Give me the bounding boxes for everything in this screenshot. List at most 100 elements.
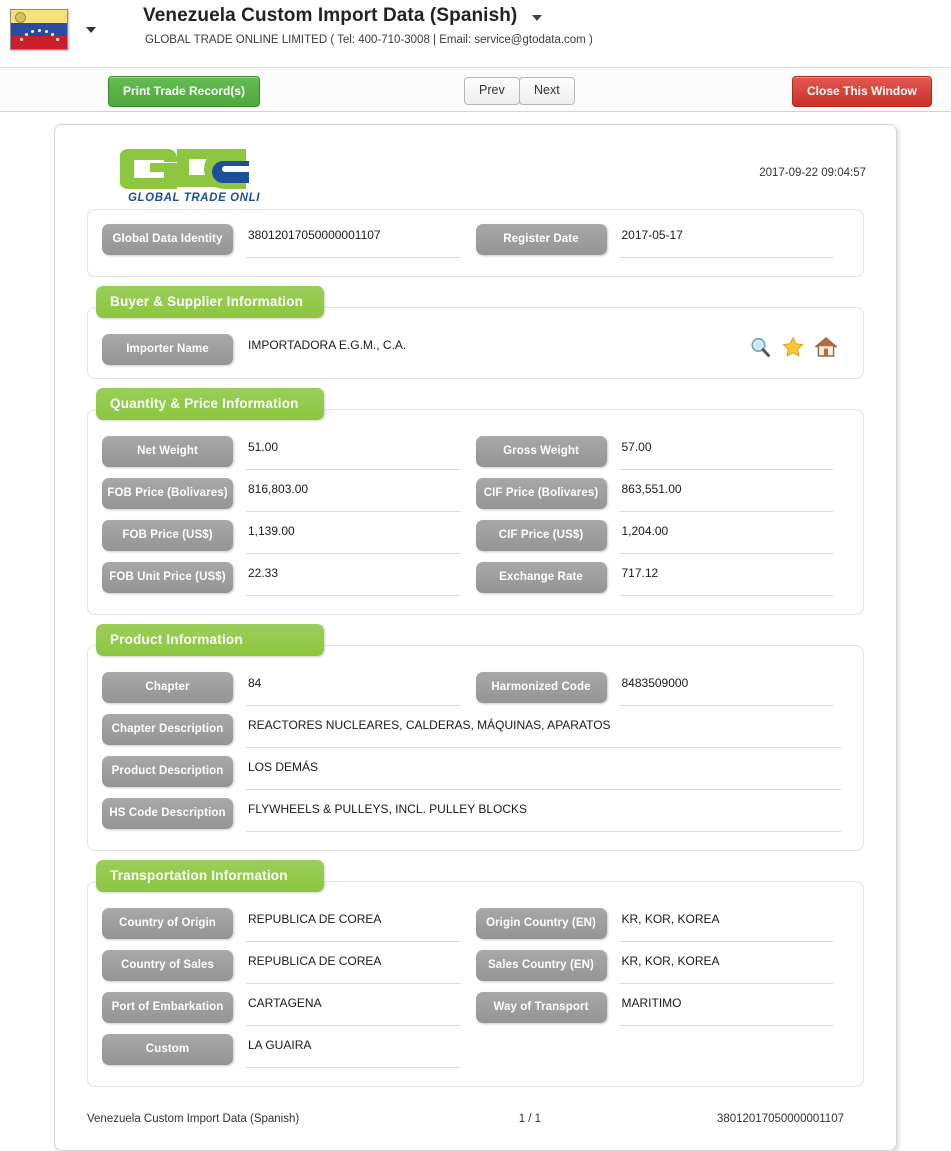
- field-global-data-identity: Global Data Identity 3801201705000000110…: [102, 224, 476, 258]
- field-fob-price-usd: FOB Price (US$) 1,139.00: [102, 520, 476, 554]
- field-label: FOB Price (Bolivares): [102, 478, 233, 509]
- field-sales-country-en: Sales Country (EN) KR, KOR, KOREA: [475, 950, 850, 984]
- field-value: 22.33: [246, 562, 460, 596]
- field-row: Net Weight 51.00 Gross Weight 57.00: [102, 436, 849, 470]
- field-chapter-description: Chapter Description REACTORES NUCLEARES,…: [102, 714, 849, 748]
- field-value: 84: [246, 672, 460, 706]
- prev-record-button[interactable]: Prev: [464, 77, 520, 105]
- product-section: Product Information Chapter 84 Harmonize…: [87, 624, 864, 851]
- field-value: 816,803.00: [246, 478, 460, 512]
- field-value: KR, KOR, KOREA: [619, 908, 833, 942]
- field-label: CIF Price (US$): [475, 520, 607, 551]
- section-title: Transportation Information: [96, 860, 324, 892]
- field-row: Chapter Description REACTORES NUCLEARES,…: [102, 714, 849, 748]
- section-title: Buyer & Supplier Information: [96, 286, 324, 318]
- close-window-button[interactable]: Close This Window: [792, 76, 932, 107]
- gto-logo-icon: GLOBAL TRADE ONLINE LIMITED: [119, 143, 331, 210]
- field-value: 57.00: [619, 436, 833, 470]
- field-row: Port of Embarkation CARTAGENA Way of Tra…: [102, 992, 849, 1026]
- home-icon[interactable]: [814, 336, 838, 358]
- field-value: LA GUAIRA: [246, 1034, 460, 1068]
- footer-record-id: 38012017050000001107: [716, 1113, 844, 1125]
- field-value: FLYWHEELS & PULLEYS, INCL. PULLEY BLOCKS: [246, 798, 841, 832]
- field-country-of-sales: Country of Sales REPUBLICA DE COREA: [102, 950, 476, 984]
- search-icon[interactable]: [749, 336, 771, 358]
- field-row: FOB Price (US$) 1,139.00 CIF Price (US$)…: [102, 520, 849, 554]
- field-register-date: Register Date 2017-05-17: [475, 224, 850, 258]
- field-label: Register Date: [475, 224, 607, 255]
- field-value: MARITIMO: [619, 992, 833, 1026]
- star-icon[interactable]: [782, 336, 804, 358]
- field-value: LOS DEMÁS: [246, 756, 841, 790]
- field-value: 717.12: [619, 562, 833, 596]
- document-scroll-area: GLOBAL TRADE ONLINE LIMITED 2017-09-22 0…: [0, 112, 951, 1151]
- field-custom: Custom LA GUAIRA: [102, 1034, 476, 1068]
- field-fob-unit-price-usd: FOB Unit Price (US$) 22.33: [102, 562, 476, 596]
- next-record-button[interactable]: Next: [519, 77, 575, 105]
- field-value: KR, KOR, KOREA: [619, 950, 833, 984]
- field-gross-weight: Gross Weight 57.00: [475, 436, 850, 470]
- document-logo-row: GLOBAL TRADE ONLINE LIMITED 2017-09-22 0…: [75, 139, 876, 209]
- chevron-down-icon[interactable]: [86, 26, 96, 33]
- section-title: Quantity & Price Information: [96, 388, 324, 420]
- field-empty-spacer: [476, 1034, 850, 1068]
- field-value: REPUBLICA DE COREA: [246, 950, 460, 984]
- field-row: Importer Name IMPORTADORA E.G.M., C.A.: [102, 334, 849, 368]
- field-row: HS Code Description FLYWHEELS & PULLEYS,…: [102, 798, 849, 832]
- field-row: FOB Price (Bolivares) 816,803.00 CIF Pri…: [102, 478, 849, 512]
- print-trade-records-button[interactable]: Print Trade Record(s): [108, 76, 261, 107]
- section-title: Product Information: [96, 624, 324, 656]
- svg-text:GLOBAL TRADE ONLINE LIMITED: GLOBAL TRADE ONLINE LIMITED: [128, 192, 260, 204]
- field-label: Chapter: [102, 672, 233, 703]
- field-net-weight: Net Weight 51.00: [102, 436, 476, 470]
- field-label: FOB Unit Price (US$): [102, 562, 233, 593]
- field-cif-price-bolivares: CIF Price (Bolivares) 863,551.00: [475, 478, 850, 512]
- venezuela-flag-icon: [10, 9, 68, 50]
- field-value: 2017-05-17: [619, 224, 833, 258]
- chevron-down-icon[interactable]: [531, 15, 542, 21]
- field-port-of-embarkation: Port of Embarkation CARTAGENA: [102, 992, 476, 1026]
- field-way-of-transport: Way of Transport MARITIMO: [475, 992, 850, 1026]
- field-label: CIF Price (Bolivares): [475, 478, 607, 509]
- field-label: Global Data Identity: [102, 224, 233, 255]
- buyer-supplier-section: Buyer & Supplier Information Importer Na…: [87, 286, 864, 379]
- field-label: Port of Embarkation: [102, 992, 233, 1023]
- field-label: Sales Country (EN): [475, 950, 607, 981]
- field-label: Chapter Description: [102, 714, 233, 745]
- field-product-description: Product Description LOS DEMÁS: [102, 756, 849, 790]
- field-exchange-rate: Exchange Rate 717.12: [475, 562, 850, 596]
- field-row: Product Description LOS DEMÁS: [102, 756, 849, 790]
- footer-dataset-name: Venezuela Custom Import Data (Spanish): [87, 1113, 300, 1125]
- field-label: Gross Weight: [475, 436, 607, 467]
- field-row: Country of Origin REPUBLICA DE COREA Ori…: [102, 908, 849, 942]
- field-hs-code-description: HS Code Description FLYWHEELS & PULLEYS,…: [102, 798, 849, 832]
- field-label: Custom: [102, 1034, 233, 1065]
- field-label: Net Weight: [102, 436, 233, 467]
- field-row: FOB Unit Price (US$) 22.33 Exchange Rate…: [102, 562, 849, 596]
- field-value: 1,204.00: [619, 520, 833, 554]
- field-value: 863,551.00: [619, 478, 833, 512]
- app-header: Venezuela Custom Import Data (Spanish) G…: [0, 0, 951, 68]
- field-row: Country of Sales REPUBLICA DE COREA Sale…: [102, 950, 849, 984]
- footer-page-number: 1 / 1: [518, 1113, 542, 1125]
- field-value: REACTORES NUCLEARES, CALDERAS, MÁQUINAS,…: [246, 714, 841, 748]
- field-value: 51.00: [246, 436, 460, 470]
- trade-record-page: GLOBAL TRADE ONLINE LIMITED 2017-09-22 0…: [54, 124, 897, 1151]
- field-cif-price-usd: CIF Price (US$) 1,204.00: [475, 520, 850, 554]
- quantity-price-section: Quantity & Price Information Net Weight …: [87, 388, 864, 615]
- field-label: Country of Origin: [102, 908, 233, 939]
- importer-actions: [749, 334, 838, 358]
- field-label: FOB Price (US$): [102, 520, 233, 551]
- transportation-section: Transportation Information Country of Or…: [87, 860, 864, 1087]
- page-title: Venezuela Custom Import Data (Spanish): [143, 5, 518, 26]
- field-row: Chapter 84 Harmonized Code 8483509000: [102, 672, 849, 706]
- field-value: REPUBLICA DE COREA: [246, 908, 460, 942]
- field-label: HS Code Description: [102, 798, 233, 829]
- report-timestamp: 2017-09-22 09:04:57: [759, 167, 866, 179]
- field-label: Importer Name: [102, 334, 233, 365]
- field-label: Harmonized Code: [475, 672, 607, 703]
- field-label: Country of Sales: [102, 950, 233, 981]
- locale-selector[interactable]: [10, 9, 96, 50]
- field-chapter: Chapter 84: [102, 672, 476, 706]
- field-label: Origin Country (EN): [475, 908, 607, 939]
